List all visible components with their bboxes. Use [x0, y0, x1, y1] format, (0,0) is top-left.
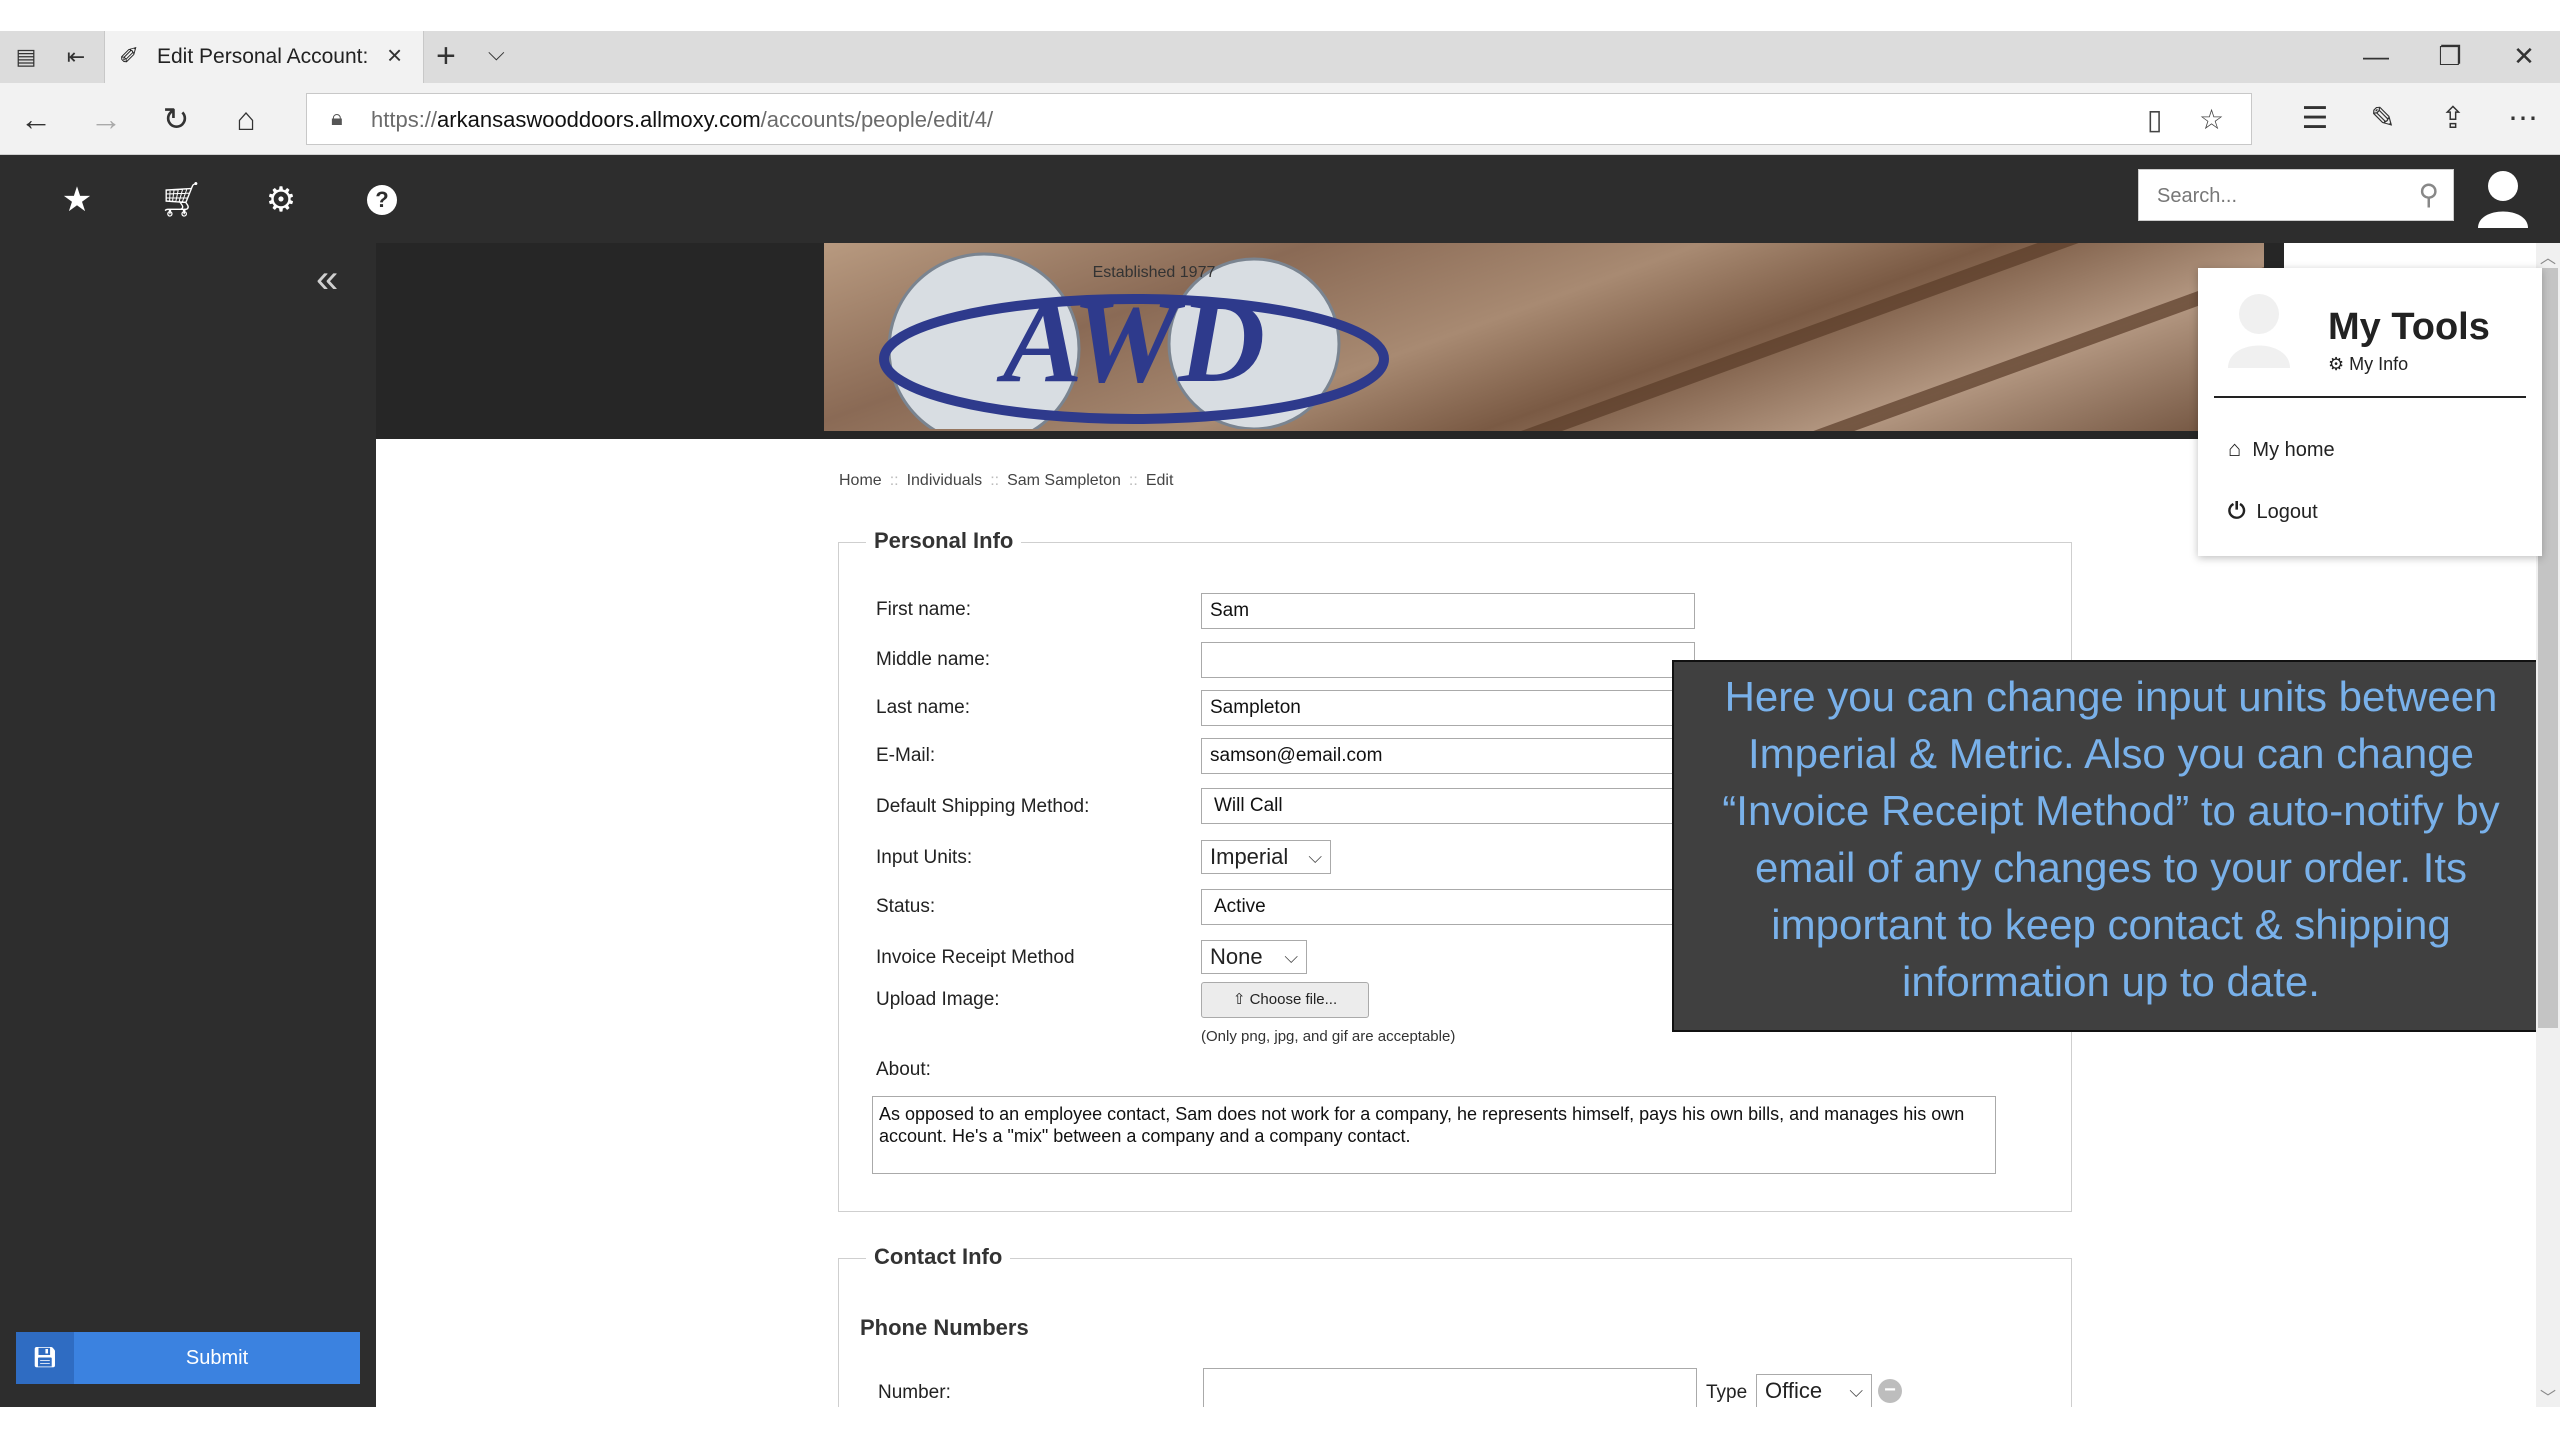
phone-number-label: Number: [878, 1382, 951, 1403]
url-text: https://arkansaswooddoors.allmoxy.com/ac… [371, 107, 994, 132]
phone-numbers-heading: Phone Numbers [860, 1315, 1029, 1340]
share-icon[interactable]: ⇪ [2430, 99, 2476, 139]
remove-phone-icon[interactable]: − [1878, 1379, 1902, 1403]
collapse-sidebar-icon[interactable]: « [316, 257, 338, 302]
star-icon[interactable]: ★ [52, 180, 102, 220]
dropdown-divider [2214, 396, 2526, 398]
upload-icon: ⇧ [1232, 991, 1246, 1008]
tab-title: Edit Personal Account: S [157, 45, 367, 68]
phone-type-label: Type [1706, 1382, 1748, 1403]
address-bar[interactable]: 🔒︎ https://arkansaswooddoors.allmoxy.com… [306, 93, 2252, 145]
breadcrumb-individuals[interactable]: Individuals [907, 472, 983, 489]
shipping-method-label: Default Shipping Method: [876, 796, 1090, 817]
reading-view-icon[interactable]: ▯ [2147, 103, 2162, 136]
middle-name-label: Middle name: [876, 649, 991, 670]
input-units-label: Input Units: [876, 847, 973, 868]
upload-image-label: Upload Image: [876, 989, 1000, 1010]
gear-icon[interactable]: ⚙ [256, 180, 306, 220]
tab-dropdown-icon[interactable]: ⌵ [488, 40, 505, 66]
search-icon[interactable]: ⚲ [2418, 178, 2439, 211]
my-home-link[interactable]: ⌂ My home [2228, 436, 2335, 462]
pen-icon[interactable]: ✎ [2360, 99, 2406, 139]
invoice-method-value: None [1210, 944, 1263, 969]
home-icon: ⌂ [2228, 436, 2242, 461]
power-icon: ⏻ [2228, 498, 2246, 523]
logout-link[interactable]: ⏻ Logout [2228, 498, 2318, 524]
invoice-method-label: Invoice Receipt Method [876, 947, 1075, 968]
last-name-label: Last name: [876, 697, 970, 718]
breadcrumb: Home:: Individuals:: Sam Sampleton:: Edit [839, 472, 1174, 489]
favorites-list-icon[interactable]: ☰ [2292, 99, 2338, 139]
about-textarea[interactable]: As opposed to an employee contact, Sam d… [872, 1096, 1996, 1174]
my-tools-title: My Tools [2328, 306, 2490, 348]
breadcrumb-home[interactable]: Home [839, 472, 882, 489]
banner-tagline: Established 1977 [1093, 264, 1216, 281]
input-units-select[interactable]: Imperial ⌵ [1201, 840, 1331, 874]
close-tab-icon[interactable]: × [387, 40, 402, 71]
help-icon[interactable]: ? [367, 185, 397, 215]
breadcrumb-edit: Edit [1145, 472, 1174, 489]
sidebar [0, 243, 376, 1407]
search-placeholder: Search... [2157, 185, 2238, 207]
more-icon[interactable]: ⋯ [2500, 99, 2546, 139]
search-input[interactable]: Search... ⚲ [2138, 169, 2454, 221]
status-label: Status: [876, 896, 936, 917]
about-label: About: [876, 1059, 931, 1080]
awd-logo: AWD Established 1977 [879, 252, 1389, 429]
choose-file-button[interactable]: ⇧ Choose file... [1201, 982, 1369, 1018]
phone-number-input[interactable] [1203, 1368, 1697, 1408]
forward-icon[interactable]: → [84, 99, 128, 139]
contact-info-legend: Contact Info [866, 1244, 1011, 1270]
last-name-input[interactable]: Sampleton [1201, 690, 1695, 726]
middle-name-input[interactable] [1201, 642, 1695, 678]
chevron-down-icon: ⌵ [1849, 1381, 1863, 1401]
choose-file-label: Choose file... [1249, 991, 1338, 1008]
help-callout: Here you can change input units between … [1672, 660, 2550, 1032]
chevron-down-icon: ⌵ [1308, 847, 1322, 867]
home-icon[interactable]: ⌂ [224, 99, 268, 139]
submit-button[interactable]: 💾︎ Submit [16, 1332, 360, 1384]
company-banner: AWD Established 1977 [824, 243, 2264, 431]
scroll-down-icon[interactable]: ﹀ [2538, 1384, 2558, 1408]
top-margin [0, 0, 2560, 31]
status-select[interactable]: Active [1201, 889, 1695, 925]
window-close-icon[interactable]: ✕ [2494, 36, 2554, 76]
dropdown-pointer [2478, 250, 2514, 268]
email-input[interactable]: samson@email.com [1201, 738, 1695, 774]
tab-aside-icon[interactable]: ⇤ [62, 44, 90, 70]
invoice-method-select[interactable]: None ⌵ [1201, 940, 1307, 974]
back-icon[interactable]: ← [14, 99, 58, 139]
browser-tab-active[interactable]: ✐ Edit Personal Account: S × [104, 31, 424, 83]
scroll-up-icon[interactable]: ︿ [2538, 244, 2558, 268]
submit-label: Submit [185, 1347, 249, 1369]
upload-hint: (Only png, jpg, and gif are acceptable) [1201, 1028, 1456, 1045]
banner-logo-text: AWD [996, 274, 1265, 407]
profile-placeholder-icon [2228, 294, 2290, 368]
chevron-down-icon: ⌵ [1284, 947, 1298, 967]
favorite-star-icon[interactable]: ☆ [2199, 103, 2224, 136]
shipping-method-select[interactable]: Will Call [1201, 788, 1695, 824]
restore-icon[interactable]: ❐ [2420, 36, 2480, 76]
new-tab-icon[interactable]: + [436, 38, 456, 74]
site-favicon-icon: ✐ [119, 43, 140, 70]
tab-list-icon[interactable]: ▤ [12, 44, 40, 70]
bottom-margin [0, 1407, 2560, 1440]
gear-icon: ⚙ [2328, 354, 2345, 374]
lock-icon: 🔒︎ [331, 105, 343, 130]
first-name-input[interactable]: Sam [1201, 593, 1695, 629]
phone-type-select[interactable]: Office ⌵ [1756, 1374, 1872, 1408]
personal-info-legend: Personal Info [866, 528, 1022, 554]
minimize-icon[interactable]: — [2346, 36, 2406, 76]
user-avatar-icon[interactable] [2476, 168, 2530, 230]
my-info-link[interactable]: ⚙ My Info [2328, 354, 2408, 375]
save-icon: 💾︎ [16, 1332, 74, 1384]
breadcrumb-person[interactable]: Sam Sampleton [1007, 472, 1121, 489]
first-name-label: First name: [876, 599, 972, 620]
my-tools-dropdown: My Tools ⚙ My Info ⌂ My home ⏻ Logout [2198, 268, 2542, 556]
cart-icon[interactable]: 🛒︎ [156, 180, 206, 220]
refresh-icon[interactable]: ↻ [154, 99, 198, 139]
input-units-value: Imperial [1210, 844, 1289, 869]
phone-type-value: Office [1765, 1378, 1823, 1403]
email-label: E-Mail: [876, 745, 936, 766]
